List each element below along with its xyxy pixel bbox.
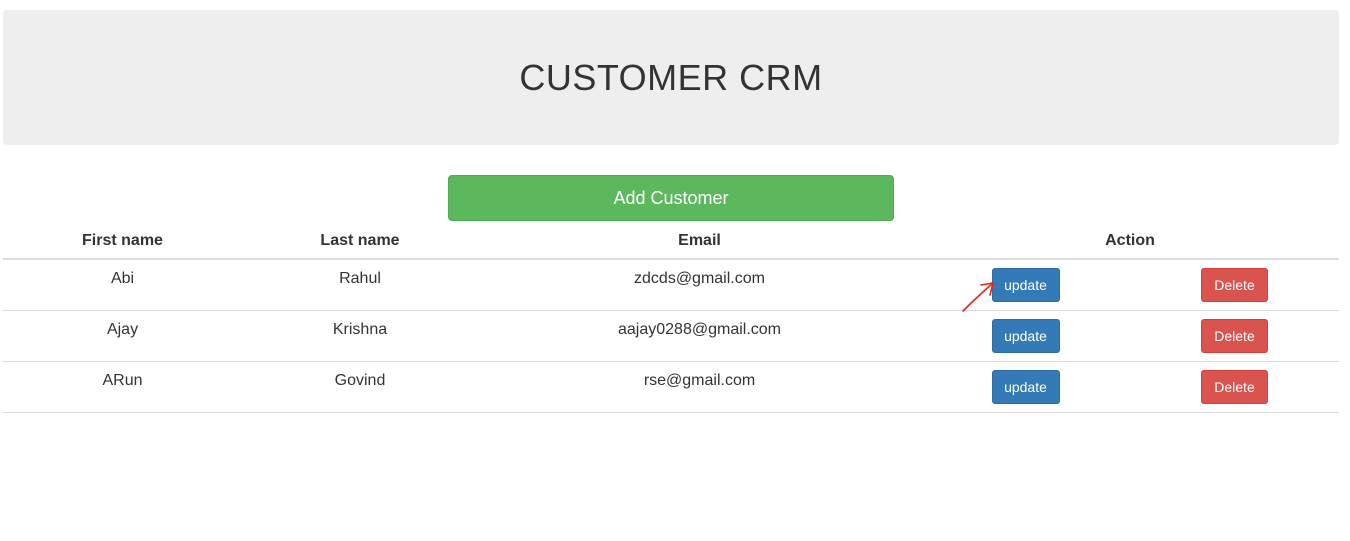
cell-first-name: ARun bbox=[3, 361, 242, 413]
cell-email: aajay0288@gmail.com bbox=[478, 310, 921, 362]
table-header-row: First name Last name Email Action bbox=[3, 224, 1339, 260]
cell-last-name: Govind bbox=[242, 361, 478, 413]
header-banner: CUSTOMER CRM bbox=[3, 10, 1339, 145]
cell-update: update bbox=[921, 259, 1130, 311]
cell-last-name: Rahul bbox=[242, 259, 478, 311]
column-header-last-name: Last name bbox=[242, 224, 478, 260]
cell-email: rse@gmail.com bbox=[478, 361, 921, 413]
cell-delete: Delete bbox=[1130, 361, 1339, 413]
delete-button[interactable]: Delete bbox=[1201, 370, 1268, 404]
customer-table: First name Last name Email Action Abi Ra… bbox=[3, 224, 1339, 413]
cell-email: zdcds@gmail.com bbox=[478, 259, 921, 311]
column-header-action: Action bbox=[921, 224, 1339, 260]
table-row: ARun Govind rse@gmail.com update Delete bbox=[3, 361, 1339, 413]
cell-first-name: Ajay bbox=[3, 310, 242, 362]
cell-first-name: Abi bbox=[3, 259, 242, 311]
cell-update: update bbox=[921, 310, 1130, 362]
update-button[interactable]: update bbox=[991, 370, 1060, 404]
column-header-email: Email bbox=[478, 224, 921, 260]
column-header-first-name: First name bbox=[3, 224, 242, 260]
cell-delete: Delete bbox=[1130, 259, 1339, 311]
cell-last-name: Krishna bbox=[242, 310, 478, 362]
delete-button[interactable]: Delete bbox=[1201, 268, 1268, 302]
cell-update: update bbox=[921, 361, 1130, 413]
add-customer-button[interactable]: Add Customer bbox=[448, 175, 894, 221]
table-row: Ajay Krishna aajay0288@gmail.com update … bbox=[3, 310, 1339, 362]
delete-button[interactable]: Delete bbox=[1201, 319, 1268, 353]
table-row: Abi Rahul zdcds@gmail.com update Delete bbox=[3, 259, 1339, 311]
update-button[interactable]: update bbox=[991, 319, 1060, 353]
update-button[interactable]: update bbox=[991, 268, 1060, 302]
page-title: CUSTOMER CRM bbox=[519, 56, 823, 98]
cell-delete: Delete bbox=[1130, 310, 1339, 362]
